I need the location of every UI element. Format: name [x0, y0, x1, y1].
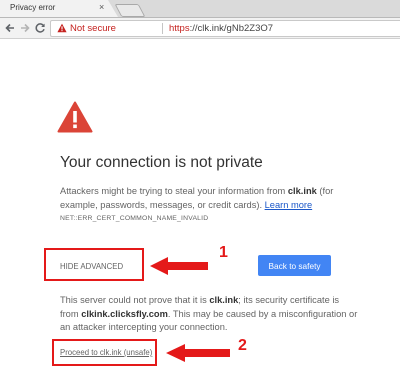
detail-prefix: This server could not prove that it is — [60, 295, 210, 305]
address-bar[interactable]: Not secure https://clk.ink/gNb2Z3O7 — [50, 20, 400, 37]
not-secure-warning-icon[interactable] — [57, 23, 67, 36]
detail-host: clk.ink — [209, 295, 239, 305]
annotation-number-1: 1 — [219, 244, 228, 261]
url-text[interactable]: https://clk.ink/gNb2Z3O7 — [169, 23, 273, 34]
annotation-arrow-1-icon — [150, 257, 208, 275]
tab-close-icon[interactable]: × — [99, 2, 104, 12]
warning-triangle-icon — [57, 101, 93, 133]
learn-more-link[interactable]: Learn more — [265, 200, 313, 210]
highlight-box-2 — [52, 339, 157, 366]
error-code: NET::ERR_CERT_COMMON_NAME_INVALID — [60, 215, 209, 222]
detail-cert-host: clkink.clicksfly.com — [81, 308, 168, 319]
url-scheme: https — [169, 23, 190, 34]
back-arrow-icon[interactable] — [2, 20, 18, 36]
url-host-path: ://clk.ink/gNb2Z3O7 — [189, 23, 274, 34]
description-host: clk.ink — [287, 186, 317, 196]
tab-title: Privacy error — [10, 3, 56, 12]
browser-toolbar: Not secure https://clk.ink/gNb2Z3O7 — [0, 18, 400, 39]
back-to-safety-button[interactable]: Back to safety — [258, 255, 331, 276]
warning-description: Attackers might be trying to steal your … — [60, 185, 360, 212]
address-bar-divider — [162, 23, 163, 34]
certificate-details: This server could not prove that it is c… — [60, 294, 360, 335]
new-tab-button[interactable] — [114, 4, 146, 17]
annotation-arrow-2-icon — [166, 344, 230, 362]
tab-strip: Privacy error × — [0, 0, 400, 18]
forward-arrow-icon[interactable] — [17, 20, 33, 36]
description-prefix: Attackers might be trying to steal your … — [60, 186, 288, 196]
tab-privacy-error[interactable]: Privacy error × — [0, 0, 118, 17]
page-title: Your connection is not private — [60, 154, 263, 171]
reload-icon[interactable] — [32, 20, 48, 36]
not-secure-label[interactable]: Not secure — [70, 23, 116, 34]
highlight-box-1 — [44, 248, 144, 281]
annotation-number-2: 2 — [238, 337, 247, 354]
